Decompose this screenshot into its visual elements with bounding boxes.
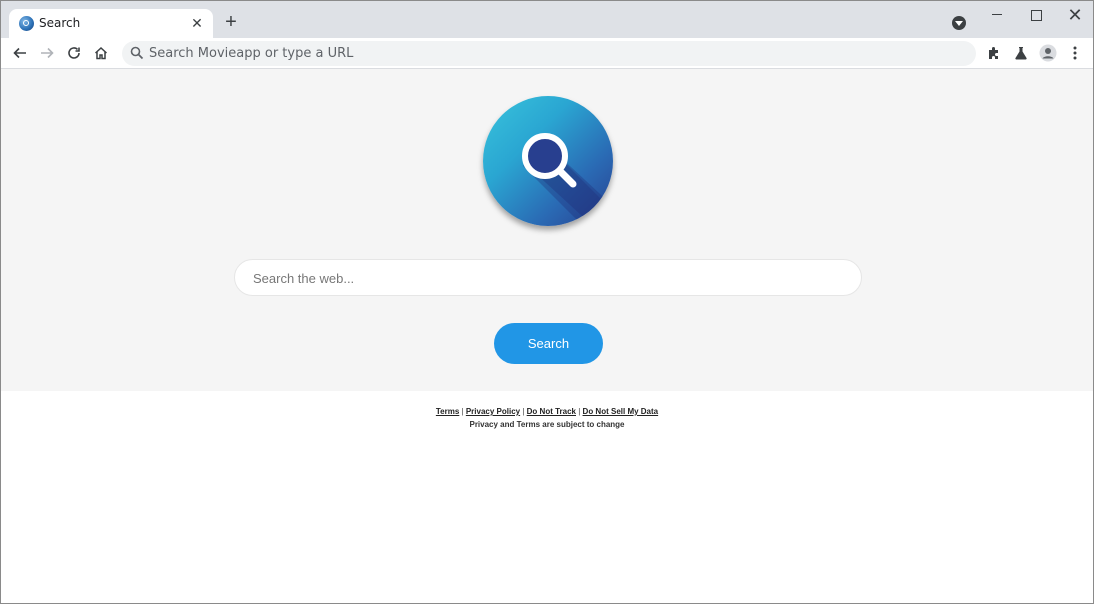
footer-links: Terms | Privacy Policy | Do Not Track | … [1,405,1093,418]
footer-separator: | [522,407,525,416]
do-not-sell-link[interactable]: Do Not Sell My Data [583,407,659,416]
tab-strip: Search ✕ + ✕ [1,1,1093,38]
labs-icon[interactable] [1010,42,1032,64]
forward-icon[interactable] [36,42,58,64]
footer: Terms | Privacy Policy | Do Not Track | … [1,405,1093,431]
close-window-button[interactable]: ✕ [1065,5,1085,25]
toolbar: Search Movieapp or type a URL [1,38,1093,69]
browser-window: Search ✕ + ✕ Search Movieapp or type a U… [0,0,1094,604]
tab-title: Search [39,16,81,30]
back-icon[interactable] [9,42,31,64]
page-content: Search Terms | Privacy Policy | Do Not T… [1,69,1093,603]
minimize-button[interactable] [987,5,1007,25]
search-icon [130,46,144,60]
reload-icon[interactable] [63,42,85,64]
home-icon[interactable] [90,42,112,64]
profile-icon[interactable] [1037,42,1059,64]
tab-close-icon[interactable]: ✕ [189,15,205,31]
search-input[interactable] [253,268,843,288]
magnifier-logo-icon [483,96,613,226]
footer-separator: | [578,407,581,416]
search-button[interactable]: Search [494,323,603,364]
tab-search[interactable]: Search ✕ [9,9,213,38]
maximize-button[interactable] [1026,5,1046,25]
favicon-icon [19,16,34,31]
new-tab-button[interactable]: + [221,12,241,32]
footer-separator: | [461,407,464,416]
address-bar-placeholder: Search Movieapp or type a URL [149,46,354,61]
terms-link[interactable]: Terms [436,407,459,416]
do-not-track-link[interactable]: Do Not Track [527,407,576,416]
menu-icon[interactable] [1064,42,1086,64]
search-box [234,259,862,296]
tab-search-icon[interactable] [952,16,966,30]
address-bar[interactable]: Search Movieapp or type a URL [122,41,976,66]
footer-note: Privacy and Terms are subject to change [469,420,625,429]
hero-section: Search [1,69,1093,391]
extensions-icon[interactable] [983,42,1005,64]
privacy-policy-link[interactable]: Privacy Policy [466,407,520,416]
